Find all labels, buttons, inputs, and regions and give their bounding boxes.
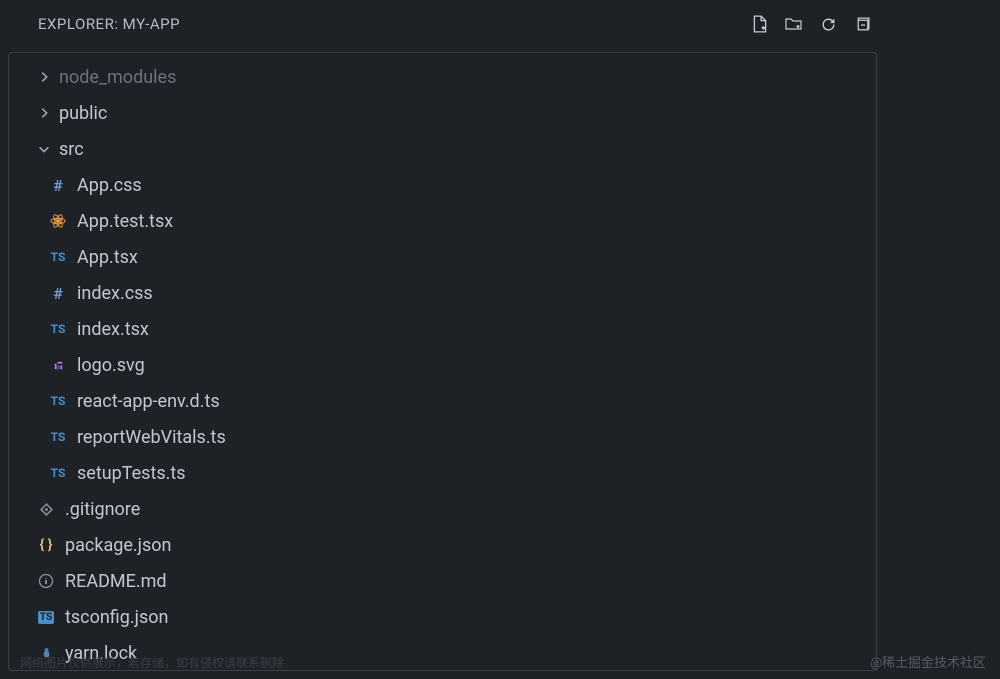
file-item[interactable]: App.test.tsx	[9, 203, 876, 239]
typescript-icon: TS	[47, 394, 69, 408]
file-item[interactable]: # index.css	[9, 275, 876, 311]
file-item[interactable]: README.md	[9, 563, 876, 599]
new-folder-icon[interactable]	[785, 15, 803, 33]
git-icon	[35, 502, 57, 517]
css-icon: #	[47, 176, 69, 195]
css-icon: #	[47, 284, 69, 303]
file-item[interactable]: TS index.tsx	[9, 311, 876, 347]
item-label: App.test.tsx	[77, 211, 173, 232]
folder-item[interactable]: public	[9, 95, 876, 131]
item-label: logo.svg	[77, 355, 145, 376]
folder-item[interactable]: node_modules	[9, 59, 876, 95]
typescript-icon: TS	[47, 322, 69, 336]
item-label: setupTests.ts	[77, 463, 186, 484]
chevron-down-icon	[35, 142, 53, 156]
file-item[interactable]: TS react-app-env.d.ts	[9, 383, 876, 419]
item-label: node_modules	[59, 67, 176, 88]
item-label: tsconfig.json	[65, 607, 168, 628]
file-item[interactable]: { } package.json	[9, 527, 876, 563]
item-label: App.tsx	[77, 247, 138, 268]
explorer-title: EXPLORER: MY-APP	[38, 15, 180, 33]
item-label: public	[59, 103, 107, 124]
item-label: reportWebVitals.ts	[77, 427, 226, 448]
json-icon: { }	[35, 537, 57, 553]
watermark-left: 网络图片仅供展示，若存储，如有侵权请联系删除	[20, 654, 284, 671]
react-icon	[47, 213, 69, 229]
typescript-icon: TS	[47, 466, 69, 480]
item-label: .gitignore	[65, 499, 140, 520]
item-label: index.css	[77, 283, 153, 304]
file-item[interactable]: TS setupTests.ts	[9, 455, 876, 491]
tsconfig-icon: TS	[35, 611, 57, 624]
explorer-header: EXPLORER: MY-APP	[0, 0, 885, 48]
typescript-icon: TS	[47, 250, 69, 264]
typescript-icon: TS	[47, 430, 69, 444]
folder-item[interactable]: src	[9, 131, 876, 167]
explorer-panel: EXPLORER: MY-APP	[0, 0, 885, 679]
file-item[interactable]: TS tsconfig.json	[9, 599, 876, 635]
file-item[interactable]: .gitignore	[9, 491, 876, 527]
svg-icon	[47, 358, 69, 373]
file-item[interactable]: TS App.tsx	[9, 239, 876, 275]
chevron-right-icon	[35, 106, 53, 120]
item-label: README.md	[65, 571, 167, 592]
file-item[interactable]: # App.css	[9, 167, 876, 203]
file-item[interactable]: TS reportWebVitals.ts	[9, 419, 876, 455]
chevron-right-icon	[35, 70, 53, 84]
header-actions	[751, 15, 871, 33]
item-label: react-app-env.d.ts	[77, 391, 220, 412]
item-label: App.css	[77, 175, 142, 196]
file-tree: node_modules public src # App.css App.test…	[8, 52, 877, 671]
watermark-right: @稀土掘金技术社区	[870, 652, 986, 671]
info-icon	[35, 573, 57, 589]
new-file-icon[interactable]	[751, 15, 769, 33]
refresh-icon[interactable]	[819, 15, 837, 33]
item-label: index.tsx	[77, 319, 149, 340]
item-label: package.json	[65, 535, 171, 556]
file-item[interactable]: logo.svg	[9, 347, 876, 383]
collapse-all-icon[interactable]	[853, 15, 871, 33]
item-label: src	[59, 139, 84, 160]
